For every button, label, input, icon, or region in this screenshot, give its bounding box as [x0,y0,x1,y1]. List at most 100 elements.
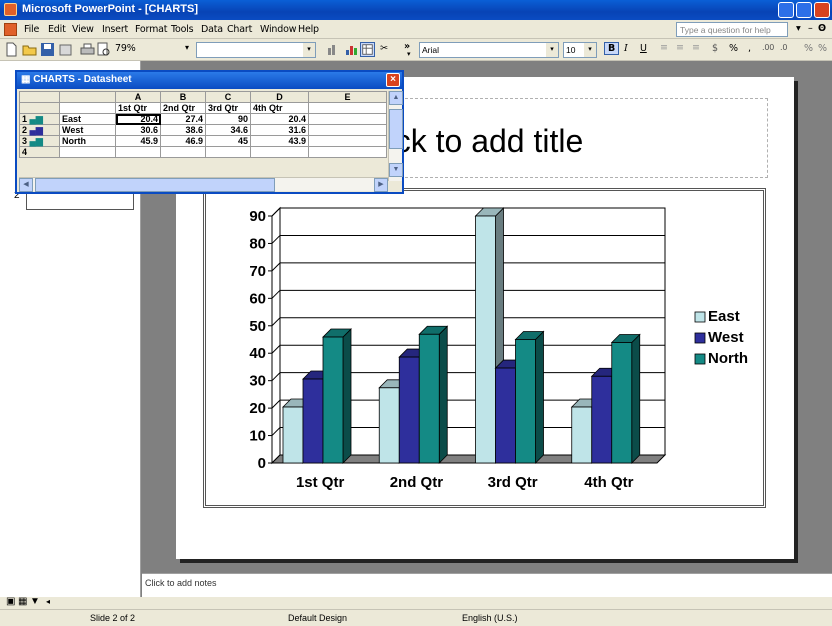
open-icon[interactable] [22,42,37,57]
corner-cell[interactable] [19,91,60,103]
cell[interactable] [205,146,251,158]
menu-help[interactable]: Help [298,24,319,35]
menu-chart[interactable]: Chart [227,24,252,35]
column-header[interactable]: B [160,91,206,103]
font-name-combo[interactable]: Arial ▾ [419,42,559,58]
scroll-thumb[interactable] [35,178,275,192]
scroll-right-icon[interactable]: ▶ [374,178,388,192]
scroll-left-icon[interactable]: ◀ [19,178,33,192]
minimize-button[interactable] [778,2,794,18]
chevron-down-icon[interactable]: ▾ [584,43,596,57]
chevron-down-icon[interactable]: ▾ [546,43,558,57]
slideshow-icon[interactable]: ▼ [30,596,40,607]
cell[interactable]: 31.6 [250,124,309,136]
cell[interactable]: 30.6 [115,124,161,136]
print-preview-icon[interactable] [96,42,111,57]
underline-button[interactable]: U [640,43,647,54]
zoom-label[interactable]: 79% [115,43,136,54]
menu-edit[interactable]: Edit [48,24,66,35]
close-icon[interactable]: × [386,73,400,87]
cell[interactable] [115,146,161,158]
cell[interactable]: 45 [205,135,251,147]
align-center-icon[interactable]: ≡ [676,42,684,53]
cell[interactable]: 43.9 [250,135,309,147]
permission-icon[interactable] [58,42,73,57]
restore-button[interactable] [796,2,812,18]
cell[interactable] [59,102,116,114]
bold-button[interactable]: B [604,42,620,55]
datasheet-icon[interactable] [360,42,375,57]
cell[interactable]: 4th Qtr [250,102,309,114]
menu-file[interactable]: File [24,24,39,35]
datasheet-vertical-scrollbar[interactable]: ▲ ▼ [388,91,403,181]
cell[interactable]: 3rd Qtr [205,102,251,114]
datasheet-horizontal-scrollbar[interactable]: ◀ ▶ [19,177,388,192]
cell[interactable]: 1st Qtr [115,102,161,114]
column-header[interactable]: A [115,91,161,103]
percent-icon[interactable]: % [729,43,738,54]
row-header[interactable]: 2 ▄▆ [19,124,60,136]
column-header[interactable]: C [205,91,251,103]
cell[interactable] [308,124,387,136]
menu-format[interactable]: Format [135,24,167,35]
chevron-down-icon[interactable]: ▾ [407,50,411,58]
cell[interactable]: 90 [205,113,251,125]
scroll-up-icon[interactable]: ▲ [389,91,403,105]
doc-minimize-icon[interactable]: – [808,23,813,34]
cell[interactable] [308,102,387,114]
menu-tools[interactable]: Tools [171,24,194,35]
menu-insert[interactable]: Insert [102,24,128,35]
corner-cell[interactable] [59,91,116,103]
help-search-input[interactable]: Type a question for help [676,22,788,37]
cell[interactable] [160,146,206,158]
cell[interactable] [308,135,387,147]
column-header[interactable]: E [308,91,387,103]
chart-icon[interactable] [344,42,359,57]
italic-button[interactable]: I [624,43,628,54]
decrease-decimal-icon[interactable]: .0 [780,43,787,52]
chart-type-icon[interactable] [326,42,341,57]
row-label-cell[interactable]: West [59,124,116,136]
scroll-left-icon[interactable]: ◂ [46,597,50,606]
scroll-down-icon[interactable]: ▼ [389,163,403,177]
slide-sorter-icon[interactable]: ▦ [18,596,27,607]
close-button[interactable] [814,2,830,18]
menu-view[interactable]: View [72,24,94,35]
chart-object[interactable]: 0 10 20 30 40 50 60 70 80 90 1st Qtr 2nd Qtr 3rd Qtr… [203,188,766,508]
chevron-down-icon[interactable]: ▾ [303,43,315,57]
cell[interactable]: 34.6 [205,124,251,136]
cell[interactable] [308,146,387,158]
increase-decimal-icon[interactable]: .00 [762,43,774,52]
cell[interactable]: 46.9 [160,135,206,147]
zoom-dropdown-icon[interactable]: ▾ [185,43,189,52]
menu-data[interactable]: Data [201,24,223,35]
datasheet-title-bar[interactable]: ▦ CHARTS - Datasheet × [17,72,402,89]
cell[interactable] [250,146,309,158]
row-header[interactable]: 3 ▄▆ [19,135,60,147]
print-icon[interactable] [80,42,95,57]
document-icon[interactable] [4,23,17,36]
cell[interactable]: 20.4 [250,113,309,125]
align-left-icon[interactable]: ≡ [660,42,668,53]
row-label-cell[interactable]: East [59,113,116,125]
cell[interactable]: 20.4 [115,113,161,125]
notes-pane[interactable]: Click to add notes [142,573,832,597]
font-size-combo[interactable]: 10 ▾ [563,42,597,58]
cell[interactable]: 38.6 [160,124,206,136]
angle-text-icon[interactable]: % [804,43,813,54]
cell[interactable] [59,146,116,158]
datasheet-window[interactable]: ▦ CHARTS - Datasheet × A B C D E 1st Qtr… [15,70,404,194]
new-icon[interactable] [4,42,19,57]
row-header[interactable]: 4 [19,146,60,158]
horizontal-scrollbar[interactable] [141,597,832,609]
save-icon[interactable] [40,42,55,57]
row-label-cell[interactable]: North [59,135,116,147]
comma-icon[interactable]: , [748,43,751,54]
cell[interactable]: 2nd Qtr [160,102,206,114]
scroll-thumb[interactable] [389,109,403,149]
column-header[interactable]: D [250,91,309,103]
cell[interactable]: 45.9 [115,135,161,147]
powerpoint-app-icon[interactable] [4,3,17,16]
menu-window[interactable]: Window [260,24,296,35]
row-header[interactable] [19,102,60,114]
